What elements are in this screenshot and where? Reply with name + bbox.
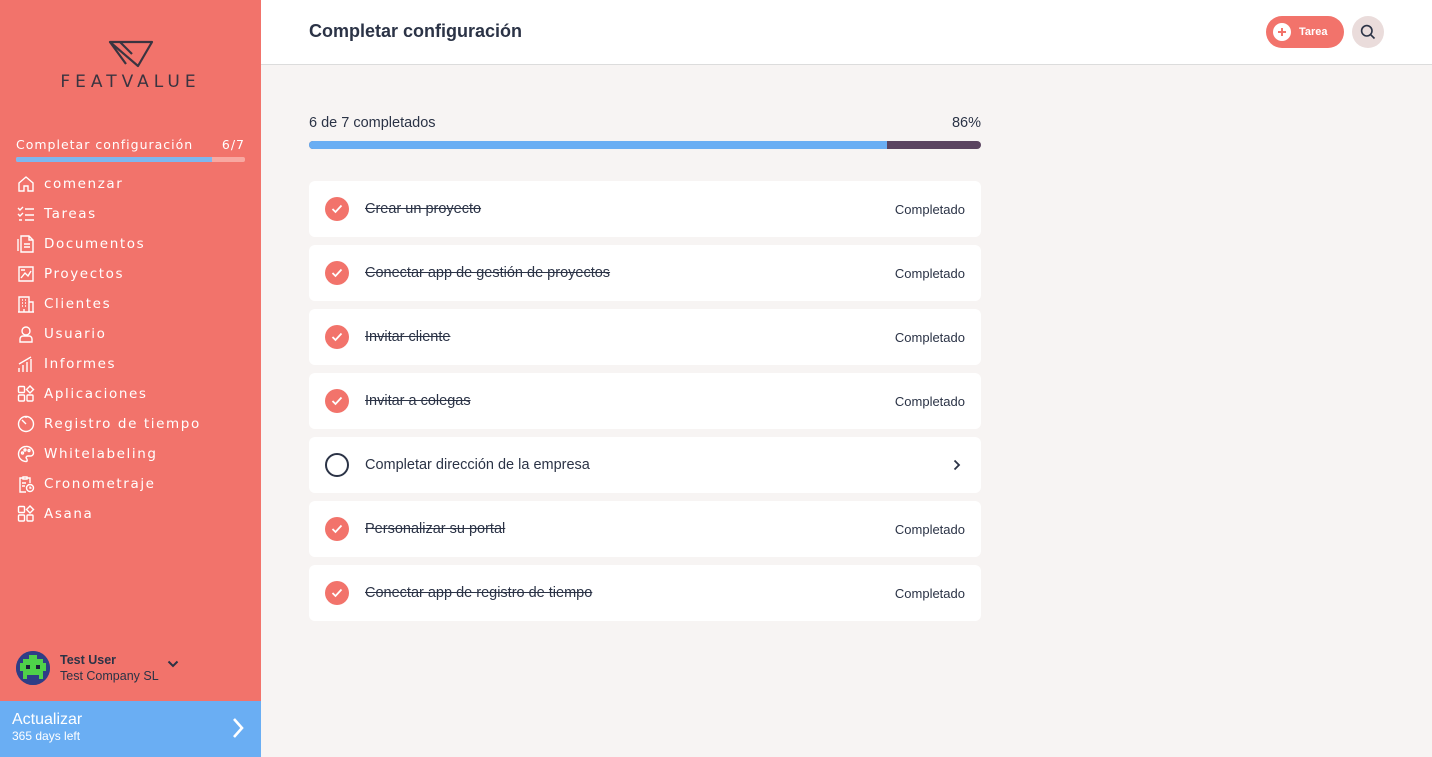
add-task-button[interactable]: Tarea <box>1266 16 1344 48</box>
sidebar-item-asana[interactable]: Asana <box>16 499 256 529</box>
user-name: Test User <box>60 653 117 667</box>
sidebar-item-label: Whitelabeling <box>44 446 158 462</box>
check-icon <box>325 325 349 349</box>
sidebar-item-whitelabeling[interactable]: Whitelabeling <box>16 439 256 469</box>
check-icon <box>325 581 349 605</box>
task-status: Completado <box>894 265 965 281</box>
search-icon <box>1360 24 1376 40</box>
check-icon <box>325 389 349 413</box>
apps-icon <box>16 504 36 524</box>
sidebar-item-comenzar[interactable]: comenzar <box>16 169 256 199</box>
sidebar-item-label: Usuario <box>44 326 107 342</box>
task-status: Completado <box>894 393 965 409</box>
sidebar-item-label: Clientes <box>44 296 112 312</box>
featvalue-logo[interactable]: FEATVALUE <box>0 40 261 92</box>
user-company: Test Company SL <box>60 669 159 683</box>
task-item[interactable]: Conectar app de registro de tiempo Compl… <box>309 565 981 621</box>
task-item[interactable]: Conectar app de gestión de proyectos Com… <box>309 245 981 301</box>
sidebar-item-tareas[interactable]: Tareas <box>16 199 256 229</box>
progress-summary: 6 de 7 completados 86% <box>309 115 981 131</box>
task-status: Completado <box>894 521 965 537</box>
apps-icon <box>16 384 36 404</box>
documents-icon <box>16 234 36 254</box>
check-icon <box>325 261 349 285</box>
reports-icon <box>16 354 36 374</box>
top-header: Completar configuración Tarea <box>261 0 1432 65</box>
task-label: Conectar app de gestión de proyectos <box>365 265 611 281</box>
logo-mark-icon <box>108 40 153 68</box>
sidebar-item-usuario[interactable]: Usuario <box>16 319 256 349</box>
task-label: Invitar cliente <box>365 329 451 345</box>
task-label: Crear un proyecto <box>365 201 482 217</box>
pixel-avatar-icon <box>16 651 50 685</box>
chevron-right-icon <box>233 718 244 738</box>
projects-icon <box>16 264 36 284</box>
sidebar-item-clientes[interactable]: Clientes <box>16 289 256 319</box>
task-item[interactable]: Crear un proyecto Completado <box>309 181 981 237</box>
tasks-icon <box>16 204 36 224</box>
sidebar-item-aplicaciones[interactable]: Aplicaciones <box>16 379 256 409</box>
sidebar-item-informes[interactable]: Informes <box>16 349 256 379</box>
task-item[interactable]: Invitar a colegas Completado <box>309 373 981 429</box>
task-label: Conectar app de registro de tiempo <box>365 585 593 601</box>
timer-icon <box>16 414 36 434</box>
sidebar: FEATVALUE Completar configuración 6/7 co… <box>0 0 261 757</box>
chevron-right-icon <box>953 459 961 471</box>
sidebar-nav: comenzar Tareas Documentos Proyectos Cli… <box>16 169 256 529</box>
sidebar-item-label: Tareas <box>44 206 97 222</box>
task-label: Personalizar su portal <box>365 521 506 537</box>
add-task-label: Tarea <box>1299 26 1328 38</box>
sidebar-item-cronometraje[interactable]: Cronometraje <box>16 469 256 499</box>
stopwatch-clipboard-icon <box>16 474 36 494</box>
progress-percent: 86% <box>951 115 981 131</box>
progress-summary-text: 6 de 7 completados <box>309 115 436 131</box>
sidebar-item-label: Cronometraje <box>44 476 156 492</box>
task-item[interactable]: Invitar cliente Completado <box>309 309 981 365</box>
user-icon <box>16 324 36 344</box>
task-item[interactable]: Completar dirección de la empresa <box>309 437 981 493</box>
user-menu[interactable]: Test User Test Company SL <box>16 651 179 685</box>
sidebar-item-label: Aplicaciones <box>44 386 148 402</box>
sidebar-item-label: Proyectos <box>44 266 125 282</box>
plus-icon <box>1273 23 1291 41</box>
setup-progress-count: 6/7 <box>221 137 245 152</box>
task-status: Completado <box>894 585 965 601</box>
upgrade-banner[interactable]: Actualizar 365 days left <box>0 701 261 757</box>
sidebar-item-label: comenzar <box>44 176 124 192</box>
onboarding-task-list: Crear un proyecto Completado Conectar ap… <box>309 181 981 629</box>
clients-icon <box>16 294 36 314</box>
search-button[interactable] <box>1352 16 1384 48</box>
progress-bar-fill <box>309 141 887 149</box>
setup-progress-fill <box>16 157 213 162</box>
task-item[interactable]: Personalizar su portal Completado <box>309 501 981 557</box>
avatar <box>16 651 50 685</box>
check-icon <box>325 517 349 541</box>
palette-icon <box>16 444 36 464</box>
upgrade-title: Actualizar <box>12 711 83 728</box>
sidebar-item-proyectos[interactable]: Proyectos <box>16 259 256 289</box>
sidebar-item-documentos[interactable]: Documentos <box>16 229 256 259</box>
page-title: Completar configuración <box>309 21 523 41</box>
chevron-down-icon[interactable] <box>167 660 179 668</box>
upgrade-days-left: 365 days left <box>12 729 81 743</box>
setup-progress-label: Completar configuración <box>16 137 194 152</box>
task-status: Completado <box>894 201 965 217</box>
sidebar-item-registro-de-tiempo[interactable]: Registro de tiempo <box>16 409 256 439</box>
task-status: Completado <box>894 329 965 345</box>
setup-progress-bar <box>16 157 245 162</box>
empty-circle-icon <box>325 453 349 477</box>
home-icon <box>16 174 36 194</box>
progress-bar <box>309 141 981 149</box>
sidebar-item-label: Asana <box>44 506 94 522</box>
sidebar-item-label: Informes <box>44 356 117 372</box>
setup-progress[interactable]: Completar configuración 6/7 <box>16 137 245 162</box>
task-label: Invitar a colegas <box>365 393 471 409</box>
check-icon <box>325 197 349 221</box>
task-label: Completar dirección de la empresa <box>365 457 590 473</box>
sidebar-item-label: Registro de tiempo <box>44 416 201 432</box>
logo-text: FEATVALUE <box>60 72 201 92</box>
sidebar-item-label: Documentos <box>44 236 146 252</box>
